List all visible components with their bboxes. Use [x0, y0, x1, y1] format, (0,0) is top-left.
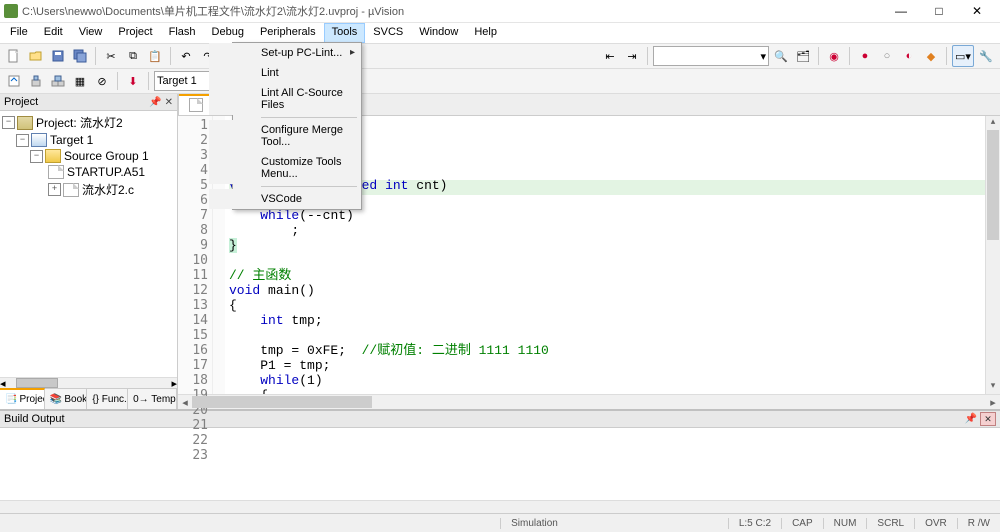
menu-tools[interactable]: Tools	[324, 23, 366, 43]
indent-icon[interactable]: ⇤	[600, 46, 620, 66]
close-button[interactable]: ✕	[958, 0, 996, 22]
menu-lint-all[interactable]: Lint All C-Source Files	[209, 83, 361, 115]
menu-vscode[interactable]: VSCode	[209, 189, 361, 209]
copy-icon[interactable]: ⧉	[123, 46, 143, 66]
build-output-body[interactable]	[0, 428, 1000, 500]
build-icon[interactable]	[26, 71, 46, 91]
project-pane-label: Project	[4, 96, 38, 108]
menu-flash[interactable]: Flash	[161, 23, 204, 43]
download-icon[interactable]: ⬇	[123, 71, 143, 91]
maximize-button[interactable]: □	[920, 0, 958, 22]
project-pane-title: Project 📌 ✕	[0, 94, 177, 111]
project-tree[interactable]: −Project: 流水灯2 −Target 1 −Source Group 1…	[0, 111, 177, 377]
build-output-pane: Build Output 📌 ✕	[0, 409, 1000, 513]
breakpoint-disable-icon[interactable]: ○	[877, 46, 897, 66]
editor-h-scrollbar[interactable]: ◂▸	[178, 394, 1000, 409]
outdent-icon[interactable]: ⇥	[622, 46, 642, 66]
tab-templates[interactable]: 0→ Temp...	[128, 389, 177, 409]
tab-books[interactable]: 📚 Books	[45, 389, 87, 409]
stop-build-icon[interactable]: ⊘	[92, 71, 112, 91]
tab-project[interactable]: 📑 Project	[0, 388, 45, 409]
menu-debug[interactable]: Debug	[204, 23, 252, 43]
window-layout-icon[interactable]: ▭▾	[952, 45, 974, 67]
status-bar: Simulation L:5 C:2 CAP NUM SCRL OVR R /W	[0, 513, 1000, 532]
project-pane: Project 📌 ✕ −Project: 流水灯2 −Target 1 −So…	[0, 94, 178, 409]
build-pin-icon[interactable]: 📌	[964, 414, 976, 425]
find-combo[interactable]: ▾	[653, 46, 769, 66]
paste-icon[interactable]: 📋	[145, 46, 165, 66]
configure-icon[interactable]: 🔧	[976, 46, 996, 66]
tree-group[interactable]: Source Group 1	[64, 149, 149, 163]
menu-lint[interactable]: Lint	[209, 63, 361, 83]
tree-file[interactable]: 流水灯2.c	[82, 181, 134, 198]
menu-file[interactable]: File	[2, 23, 36, 43]
line-gutter: 1234567891011121314151617181920212223	[178, 116, 213, 394]
app-icon	[4, 4, 18, 18]
status-mode: Simulation	[500, 518, 568, 529]
new-file-icon[interactable]	[4, 46, 24, 66]
tree-file[interactable]: STARTUP.A51	[67, 165, 145, 179]
status-scrl: SCRL	[866, 518, 914, 529]
rebuild-icon[interactable]	[48, 71, 68, 91]
build-h-scrollbar[interactable]	[0, 500, 1000, 513]
menu-view[interactable]: View	[71, 23, 111, 43]
menu-svcs[interactable]: SVCS	[365, 23, 411, 43]
save-all-icon[interactable]	[70, 46, 90, 66]
undo-icon[interactable]: ↶	[176, 46, 196, 66]
debug-icon[interactable]: ◉	[824, 46, 844, 66]
menu-help[interactable]: Help	[466, 23, 505, 43]
open-file-icon[interactable]	[26, 46, 46, 66]
tree-project[interactable]: Project: 流水灯2	[36, 114, 123, 131]
window-title: C:\Users\newwo\Documents\单片机工程文件\流水灯2\流水…	[22, 3, 882, 19]
tree-target[interactable]: Target 1	[50, 133, 93, 147]
find-icon[interactable]: 🔍	[771, 46, 791, 66]
title-bar: C:\Users\newwo\Documents\单片机工程文件\流水灯2\流水…	[0, 0, 1000, 23]
project-pane-tabs: 📑 Project 📚 Books {} Func... 0→ Temp...	[0, 388, 177, 409]
menu-setup-pc-lint[interactable]: Set-up PC-Lint...▸	[209, 43, 361, 63]
save-icon[interactable]	[48, 46, 68, 66]
menu-peripherals[interactable]: Peripherals	[252, 23, 324, 43]
batch-build-icon[interactable]: ▦	[70, 71, 90, 91]
tools-dropdown: Set-up PC-Lint...▸ Lint Lint All C-Sourc…	[232, 42, 362, 210]
breakpoint-enable-icon[interactable]: ◆	[921, 46, 941, 66]
tree-h-scrollbar[interactable]: ◂▸	[0, 377, 177, 388]
build-toolbar: ▦ ⊘ ⬇ Target 1▾ 🔧 📁	[0, 69, 1000, 94]
editor-v-scrollbar[interactable]: ▴▾	[985, 116, 1000, 394]
status-rw: R /W	[957, 518, 1000, 529]
status-ovr: OVR	[914, 518, 957, 529]
menu-window[interactable]: Window	[411, 23, 466, 43]
build-output-label: Build Output	[4, 413, 65, 425]
breakpoint-kill-icon[interactable]: ◐	[899, 46, 919, 66]
minimize-button[interactable]: —	[882, 0, 920, 22]
menu-customize-tools[interactable]: Customize Tools Menu...	[209, 152, 361, 184]
status-num: NUM	[823, 518, 867, 529]
menu-configure-merge[interactable]: Configure Merge Tool...	[209, 120, 361, 152]
menu-bar: FileEditViewProjectFlashDebugPeripherals…	[0, 23, 1000, 44]
status-caps: CAP	[781, 518, 823, 529]
breakpoint-insert-icon[interactable]: ●	[855, 46, 875, 66]
find-in-files-icon[interactable]: 🗂	[793, 46, 813, 66]
translate-icon[interactable]	[4, 71, 24, 91]
tab-functions[interactable]: {} Func...	[87, 389, 128, 409]
cut-icon[interactable]: ✂	[101, 46, 121, 66]
standard-toolbar: ✂ ⧉ 📋 ↶ ↷ ⇦ ⇨ 🔖 ⬆ ⬇ ✖ ⇤ ⇥ ▾ 🔍 🗂 ◉ ● ○ ◐ …	[0, 44, 1000, 69]
menu-project[interactable]: Project	[110, 23, 160, 43]
build-close-icon[interactable]: ✕	[980, 412, 996, 426]
pane-pin-icon[interactable]: 📌 ✕	[149, 97, 173, 108]
menu-edit[interactable]: Edit	[36, 23, 71, 43]
status-cursor-pos: L:5 C:2	[728, 518, 781, 529]
